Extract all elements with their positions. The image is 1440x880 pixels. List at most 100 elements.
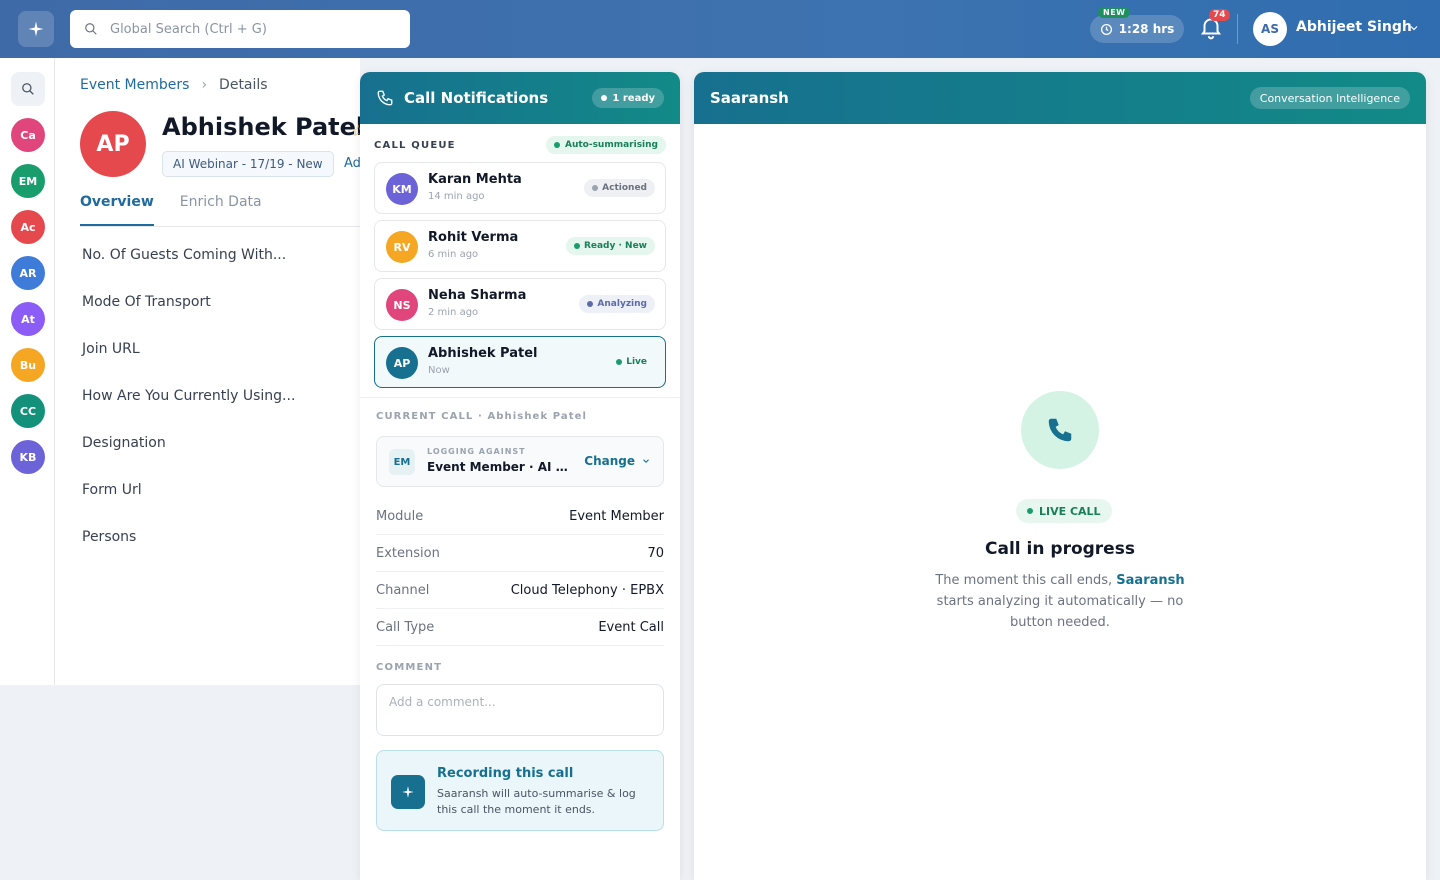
ready-badge-label: 1 ready	[612, 92, 655, 104]
call-time: 2 min ago	[428, 307, 479, 318]
auto-summarising-badge: Auto-summarising	[545, 136, 666, 154]
topbar-divider	[1237, 14, 1238, 44]
field-label: Designation	[82, 435, 166, 451]
call-status-label: Actioned	[602, 183, 647, 193]
sparkle-logo-button[interactable]	[18, 11, 54, 47]
queue-item[interactable]: AP Abhishek Patel Now Live	[374, 336, 666, 388]
new-badge: NEW	[1098, 7, 1131, 18]
auto-summarising-label: Auto-summarising	[564, 140, 658, 150]
detail-key: Module	[376, 508, 424, 524]
call-time: Now	[428, 365, 450, 376]
status-dot	[587, 301, 594, 307]
work-timer[interactable]: NEW 1:28 hrs	[1090, 7, 1184, 43]
record-tabs: Overview Enrich Data	[80, 194, 360, 227]
tab-overview[interactable]: Overview	[80, 194, 154, 226]
comment-input[interactable]	[376, 684, 664, 736]
call-status-badge: Live	[608, 353, 655, 371]
ready-badge: 1 ready	[592, 88, 664, 108]
detail-row-module: Module Event Member	[376, 498, 664, 535]
queue-item[interactable]: RV Rohit Verma 6 min ago Ready · New	[374, 220, 666, 272]
user-name[interactable]: Abhijeet Singh	[1296, 19, 1412, 35]
breadcrumb-event-members[interactable]: Event Members	[80, 77, 189, 93]
global-search-input[interactable]	[110, 21, 390, 37]
chevron-down-icon[interactable]	[1408, 22, 1420, 34]
add-link[interactable]: Ad	[344, 156, 361, 171]
logging-against-box: EM LOGGING AGAINST Event Member · AI Web…	[376, 436, 664, 487]
status-dot	[1027, 508, 1033, 514]
breadcrumb: Event Members › Details	[80, 77, 268, 93]
chevron-down-icon	[643, 459, 649, 464]
desc-text: starts analyzing it automatically — no b…	[936, 594, 1184, 630]
divider	[360, 397, 680, 398]
recording-description: Saaransh will auto-summarise & log this …	[437, 787, 636, 816]
detail-row-call-type: Call Type Event Call	[376, 609, 664, 646]
rail-avatar[interactable]: EM	[11, 164, 45, 198]
chevron-right-icon: ›	[201, 77, 208, 93]
top-bar: NEW 1:28 hrs 74 AS Abhijeet Singh	[0, 0, 1440, 58]
rail-avatar[interactable]: CC	[11, 394, 45, 428]
detail-key: Channel	[376, 582, 430, 598]
global-search[interactable]	[70, 10, 410, 48]
search-icon	[22, 83, 34, 95]
recording-notice: Recording this call Saaransh will auto-s…	[376, 750, 664, 831]
detail-key: Call Type	[376, 619, 435, 635]
caller-avatar: NS	[386, 289, 418, 321]
queue-item[interactable]: NS Neha Sharma 2 min ago Analyzing	[374, 278, 666, 330]
clock-icon	[1100, 23, 1112, 35]
call-in-progress-heading: Call in progress	[985, 539, 1135, 559]
recording-title: Recording this call	[437, 766, 574, 781]
sparkle-icon	[28, 21, 44, 37]
field-label: How Are You Currently Using...	[82, 388, 296, 404]
rail-avatar[interactable]: AR	[11, 256, 45, 290]
rail-avatar[interactable]: Ca	[11, 118, 45, 152]
caller-avatar: KM	[386, 173, 418, 205]
current-call-label: CURRENT CALL · Abhishek Patel	[376, 411, 588, 422]
rail-avatar[interactable]: Ac	[11, 210, 45, 244]
status-dot	[616, 359, 623, 365]
call-status-badge: Actioned	[584, 179, 655, 197]
rail-avatar[interactable]: KB	[11, 440, 45, 474]
record-details-page: Event Members › Details AP Abhishek Pate…	[55, 58, 365, 685]
rail-avatar[interactable]: At	[11, 302, 45, 336]
detail-row-extension: Extension 70	[376, 535, 664, 572]
phone-icon	[1048, 418, 1072, 442]
desc-text: The moment this call ends,	[935, 573, 1117, 588]
caller-name: Karan Mehta	[428, 172, 522, 187]
change-button[interactable]: Change	[584, 454, 651, 468]
call-notifications-header: Call Notifications 1 ready	[360, 72, 680, 124]
call-queue-label: CALL QUEUE	[374, 140, 456, 151]
queue-item[interactable]: KM Karan Mehta 14 min ago Actioned	[374, 162, 666, 214]
detail-row-channel: Channel Cloud Telephony · EPBX	[376, 572, 664, 609]
call-time: 6 min ago	[428, 249, 479, 260]
sparkle-icon	[391, 775, 425, 809]
detail-value: Cloud Telephony · EPBX	[510, 582, 664, 598]
status-dot	[592, 185, 599, 191]
saaransh-panel: Saaransh Conversation Intelligence LIVE …	[694, 72, 1426, 880]
tab-enrich-data[interactable]: Enrich Data	[180, 194, 262, 226]
status-dot	[573, 243, 580, 249]
record-avatar: AP	[80, 111, 146, 177]
panel-title: Call Notifications	[404, 89, 549, 107]
detail-value: 70	[647, 545, 664, 561]
status-dot	[553, 142, 560, 148]
rail-search-button[interactable]	[11, 72, 45, 106]
phone-icon	[377, 90, 393, 106]
desc-brand: Saaransh	[1116, 573, 1185, 588]
search-icon	[85, 23, 97, 35]
field-label: Join URL	[82, 341, 140, 357]
breadcrumb-details: Details	[219, 77, 268, 93]
user-avatar[interactable]: AS	[1253, 12, 1287, 46]
call-status-badge: Analyzing	[579, 295, 655, 313]
notification-count-badge: 74	[1209, 9, 1230, 21]
logging-value: Event Member · AI Webinar - 17/19 - New	[427, 460, 575, 474]
caller-name: Abhishek Patel	[428, 346, 538, 361]
saaransh-header: Saaransh Conversation Intelligence	[694, 72, 1426, 124]
call-status-badge: Ready · New	[565, 237, 655, 255]
caller-name: Neha Sharma	[428, 288, 527, 303]
record-tag[interactable]: AI Webinar - 17/19 - New	[162, 151, 334, 177]
call-status-label: Ready · New	[583, 241, 647, 251]
call-in-progress-description: The moment this call ends, Saaransh star…	[930, 570, 1190, 633]
left-rail: Ca EM Ac AR At Bu CC KB	[0, 58, 55, 685]
field-label: No. Of Guests Coming With...	[82, 247, 287, 263]
rail-avatar[interactable]: Bu	[11, 348, 45, 382]
